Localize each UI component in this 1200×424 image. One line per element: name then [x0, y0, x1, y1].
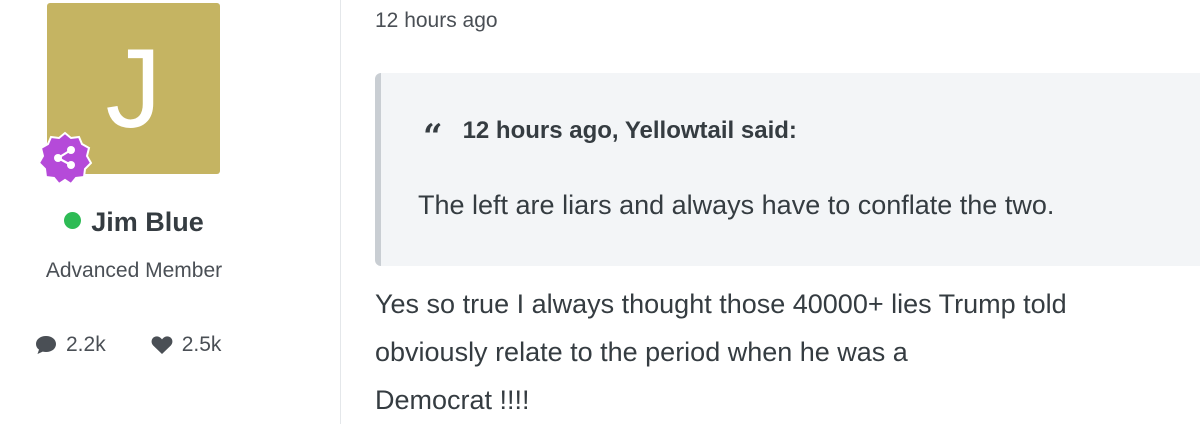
post-content: Yes so true I always thought those 40000…: [375, 280, 1165, 424]
quote-icon: “: [423, 117, 443, 157]
author-panel: J Jim Blue Advanced Member 2.2k 2.5k: [0, 0, 341, 424]
forum-post: J Jim Blue Advanced Member 2.2k 2.5k 12 …: [0, 0, 1200, 424]
quote-citation[interactable]: “ 12 hours ago, Yellowtail said:: [423, 117, 797, 157]
quote-text: The left are liars and always have to co…: [418, 190, 1055, 220]
author-name-text[interactable]: Jim Blue: [91, 207, 204, 237]
comment-icon: [36, 336, 56, 354]
author-stats: 2.2k 2.5k: [34, 333, 221, 357]
quote-citation-text[interactable]: 12 hours ago, Yellowtail said:: [463, 117, 797, 145]
heart-icon: [151, 336, 173, 354]
post-count: 2.2k: [34, 333, 106, 357]
author-rank: Advanced Member: [45, 259, 223, 282]
reputation-value: 2.5k: [181, 333, 222, 356]
post-content-line: Yes so true I always thought those 40000…: [375, 289, 1067, 319]
post-content-line: Democrat !!!!: [375, 385, 530, 415]
author-name[interactable]: Jim Blue: [0, 207, 268, 238]
online-status-icon: [64, 212, 82, 229]
post-timestamp[interactable]: 12 hours ago: [375, 9, 498, 33]
post-content-line: obviously relate to the period when he w…: [375, 337, 908, 367]
quoted-post: “ 12 hours ago, Yellowtail said: The lef…: [375, 73, 1200, 266]
reputation-count: 2.5k: [150, 333, 222, 357]
member-badge-icon[interactable]: [38, 130, 92, 184]
post-count-value: 2.2k: [66, 333, 106, 356]
